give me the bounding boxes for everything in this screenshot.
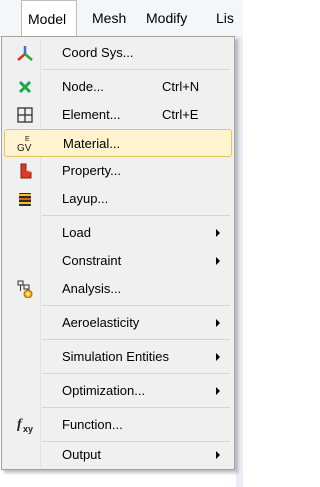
- menu-bar: Model Mesh Modify Lis: [0, 0, 243, 37]
- menu-item-layup[interactable]: Layup...: [4, 185, 232, 213]
- menu-item-label: Load: [62, 225, 91, 240]
- separator: [42, 69, 230, 70]
- menu-item-label: Function...: [62, 417, 123, 432]
- menu-item-constraint[interactable]: Constraint: [4, 247, 232, 275]
- submenu-arrow-icon: [216, 451, 220, 459]
- separator: [42, 339, 230, 340]
- submenu-arrow-icon: [216, 319, 220, 327]
- separator: [42, 215, 230, 216]
- menu-item-shortcut: Ctrl+E: [162, 107, 199, 122]
- menu-item-analysis[interactable]: Analysis...: [4, 275, 232, 303]
- menu-item-label: Layup...: [62, 191, 109, 206]
- menu-item-aeroelasticity[interactable]: Aeroelasticity: [4, 309, 232, 337]
- svg-text:xy: xy: [23, 424, 33, 434]
- submenu-arrow-icon: [216, 229, 220, 237]
- menu-item-coord-sys[interactable]: Coord Sys...: [4, 39, 232, 67]
- submenu-arrow-icon: [216, 387, 220, 395]
- coord-sys-icon: [16, 44, 34, 62]
- menu-item-label: Aeroelasticity: [62, 315, 140, 330]
- menu-list[interactable]: Lis: [216, 0, 243, 36]
- menu-item-optimization[interactable]: Optimization...: [4, 377, 232, 405]
- layup-icon: [16, 190, 34, 208]
- menu-item-node[interactable]: Node... Ctrl+N: [4, 73, 232, 101]
- function-icon: f xy: [16, 416, 34, 434]
- menu-item-label: Node...: [62, 79, 104, 94]
- menu-item-label: Coord Sys...: [62, 45, 134, 60]
- separator: [42, 373, 230, 374]
- menu-item-label: Constraint: [62, 253, 122, 268]
- svg-text:GV: GV: [17, 143, 32, 153]
- analysis-icon: [16, 280, 34, 299]
- menu-item-label: Optimization...: [62, 383, 146, 398]
- property-icon: [16, 162, 34, 180]
- menu-item-material[interactable]: E GV Material...: [4, 129, 232, 157]
- element-icon: [16, 106, 34, 124]
- background-panel: [236, 36, 243, 487]
- menu-item-shortcut: Ctrl+N: [162, 79, 200, 94]
- separator: [42, 305, 230, 306]
- submenu-arrow-icon: [216, 257, 220, 265]
- material-icon: E GV: [16, 133, 34, 154]
- svg-text:E: E: [25, 136, 30, 143]
- menu-item-output[interactable]: Output: [4, 441, 232, 469]
- menu-item-label: Element...: [62, 107, 121, 122]
- menu-item-element[interactable]: Element... Ctrl+E: [4, 101, 232, 129]
- menu-item-label: Analysis...: [62, 281, 122, 296]
- menu-model[interactable]: Model: [21, 0, 77, 37]
- model-dropdown-menu: Coord Sys... Node... Ctrl+N Element... C…: [1, 36, 235, 470]
- menu-item-label: Property...: [62, 163, 122, 178]
- submenu-arrow-icon: [216, 353, 220, 361]
- menu-item-load[interactable]: Load: [4, 219, 232, 247]
- separator: [42, 407, 230, 408]
- menu-item-label: Output: [62, 447, 102, 462]
- menu-item-label: Material...: [63, 136, 121, 151]
- menu-item-label: Simulation Entities: [62, 349, 169, 364]
- menu-mesh[interactable]: Mesh: [92, 0, 126, 36]
- menu-item-property[interactable]: Property...: [4, 157, 232, 185]
- menu-modify[interactable]: Modify: [146, 0, 187, 36]
- menu-item-function[interactable]: f xy Function...: [4, 411, 232, 439]
- menu-item-simulation-entities[interactable]: Simulation Entities: [4, 343, 232, 371]
- node-icon: [16, 78, 34, 96]
